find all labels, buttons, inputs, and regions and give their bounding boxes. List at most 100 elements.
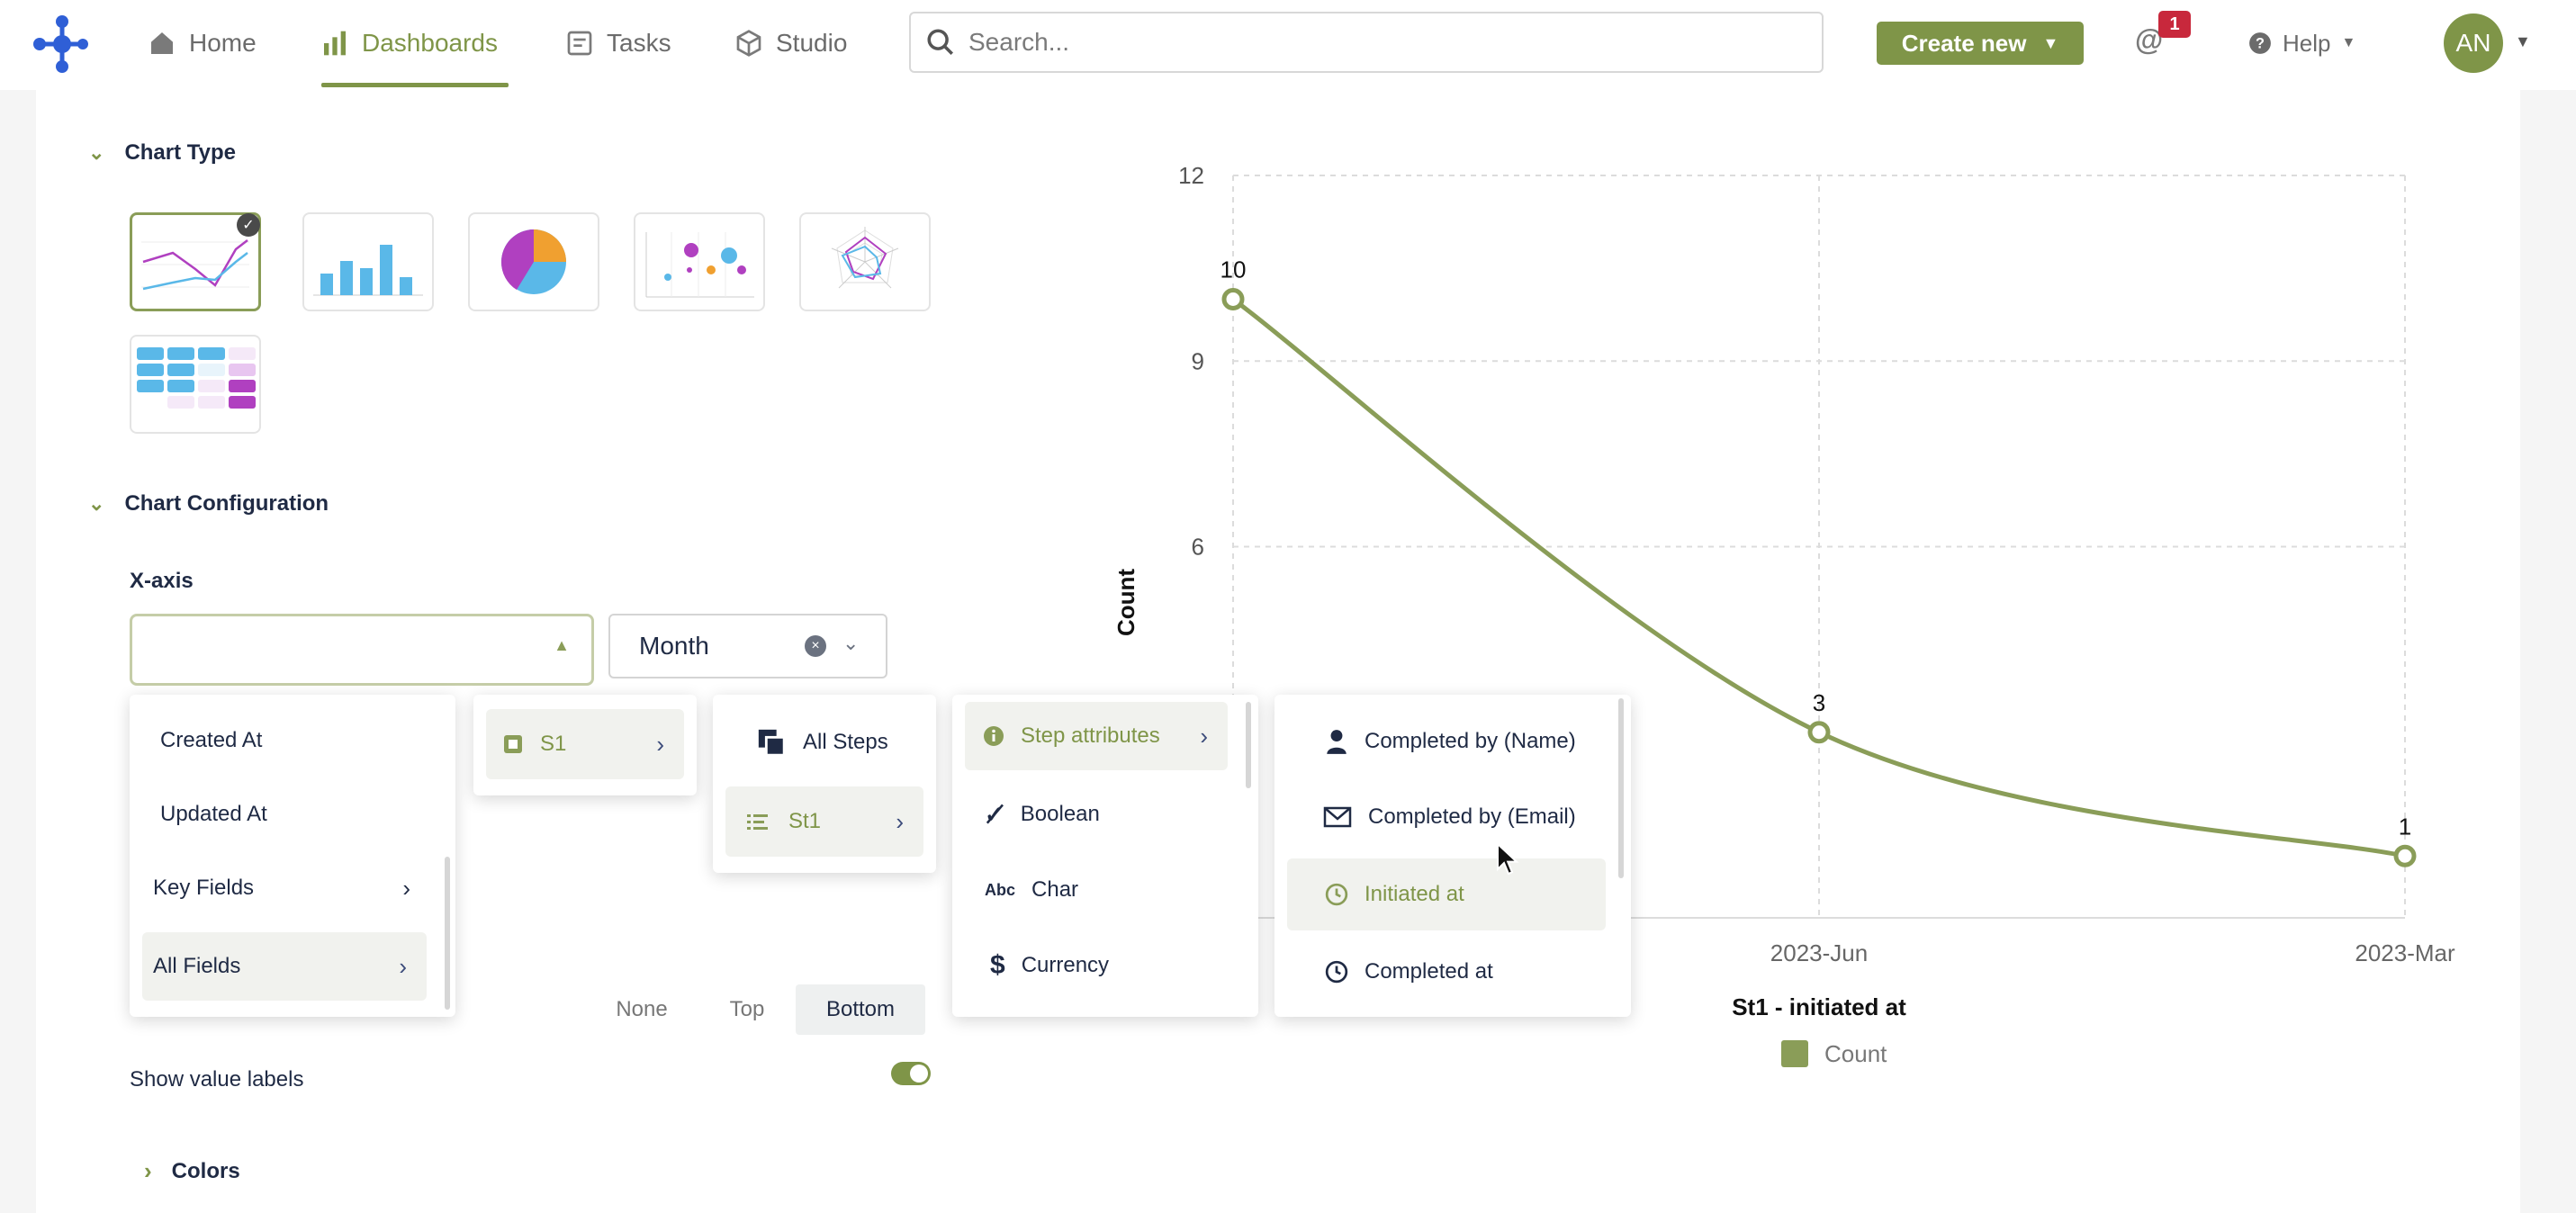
copy-icon	[758, 729, 786, 757]
colors-title: Colors	[171, 1158, 240, 1183]
data-point	[1807, 721, 1831, 744]
avatar[interactable]: AN	[2444, 13, 2503, 73]
menu-item-label: All Steps	[803, 730, 888, 754]
clock-icon	[1325, 960, 1348, 984]
menu-item-label: Char	[1031, 877, 1079, 902]
chevron-down-icon[interactable]: ⌄	[842, 632, 859, 655]
chart-type-line[interactable]: ✓	[130, 212, 261, 311]
menu-item-label: St1	[788, 809, 822, 833]
search-input[interactable]: Search...	[909, 12, 1824, 73]
caret-up-icon: ▲	[554, 636, 570, 654]
menu-item-char[interactable]: Abc Char	[965, 860, 1228, 920]
nav-home-label: Home	[189, 29, 257, 57]
chevron-right-icon: ›	[144, 1157, 152, 1184]
legend-none-option[interactable]: None	[594, 984, 689, 1035]
app-logo-icon[interactable]	[31, 13, 94, 76]
dollar-icon: $	[990, 950, 1005, 980]
menu-item-s1[interactable]: S1 ›	[486, 709, 684, 779]
tasks-icon	[567, 31, 592, 56]
menu-item-label: Boolean	[1020, 802, 1100, 826]
chart-type-scatter[interactable]	[634, 212, 765, 311]
y-tick-label: 9	[1192, 347, 1204, 374]
scatter-chart-icon	[645, 232, 754, 298]
colors-header[interactable]: › Colors	[144, 1157, 240, 1185]
menu-item-label: Completed by (Email)	[1368, 804, 1576, 829]
menu-scrollbar[interactable]	[1618, 698, 1624, 878]
clear-icon[interactable]: ×	[805, 635, 826, 657]
xaxis-field-select[interactable]: ▲	[130, 614, 594, 686]
show-value-labels-label: Show value labels	[130, 1067, 304, 1092]
search-icon	[927, 29, 954, 56]
x-axis-title: St1 - initiated at	[1732, 993, 1906, 1020]
create-new-button[interactable]: Create new ▼	[1877, 22, 2084, 65]
menu-item-completed-by-name[interactable]: Completed by (Name)	[1287, 709, 1606, 774]
question-circle-icon: ?	[2249, 32, 2271, 54]
y-tick-label: 6	[1192, 534, 1204, 561]
menu-item-completed-at[interactable]: Completed at	[1287, 939, 1606, 1004]
nav-home[interactable]: Home	[148, 25, 257, 61]
data-label: 3	[1813, 689, 1825, 716]
nav-tasks[interactable]: Tasks	[565, 25, 671, 61]
chart-type-heatmap[interactable]	[130, 335, 261, 434]
data-label: 10	[1220, 256, 1247, 283]
menu-item-all-fields[interactable]: All Fields ›	[142, 932, 427, 1001]
nav-studio-label: Studio	[776, 29, 848, 57]
legend-bottom-option[interactable]: Bottom	[796, 984, 925, 1035]
menu-item-step-attributes[interactable]: Step attributes ›	[965, 702, 1228, 770]
boolean-icon: ✓̸	[985, 800, 1004, 828]
menu-scrollbar[interactable]	[1246, 702, 1251, 788]
envelope-icon	[1323, 806, 1352, 828]
selected-check-icon: ✓	[237, 213, 260, 237]
mouse-cursor-icon	[1497, 842, 1519, 876]
menu-item-completed-by-email[interactable]: Completed by (Email)	[1287, 785, 1606, 849]
chart-type-bar[interactable]	[302, 212, 434, 311]
chevron-right-icon: ›	[896, 807, 904, 835]
menu-item-updated-at[interactable]: Updated At	[142, 785, 430, 844]
menu-item-st1[interactable]: St1 ›	[725, 786, 923, 857]
xaxis-label: X-axis	[130, 569, 194, 593]
chevron-down-icon: ⌄	[88, 492, 105, 515]
chart-type-pie[interactable]	[468, 212, 599, 311]
attribute-type-menu: Step attributes › ✓̸ Boolean Abc Char $ …	[952, 695, 1258, 1017]
help-menu[interactable]: ? Help ▼	[2248, 25, 2355, 61]
bar-chart-icon	[313, 245, 423, 296]
show-value-labels-toggle[interactable]	[891, 1062, 931, 1085]
create-new-label: Create new	[1901, 29, 2027, 57]
x-tick-label: 2023-Mar	[2355, 939, 2455, 966]
radar-chart-icon	[831, 227, 899, 289]
attribute-menu: Completed by (Name) Completed by (Email)…	[1274, 695, 1631, 1017]
chart-type-radar[interactable]	[799, 212, 931, 311]
menu-item-currency[interactable]: $ Currency	[965, 936, 1228, 995]
x-tick-label: 2023-Jun	[1770, 939, 1868, 966]
avatar-caret-icon[interactable]: ▼	[2515, 32, 2531, 51]
bar-chart-icon	[324, 31, 346, 56]
menu-item-label: Updated At	[160, 802, 267, 826]
menu-item-label: Currency	[1021, 953, 1110, 977]
caret-down-icon: ▼	[2042, 33, 2059, 52]
chart-type-header[interactable]: ⌄ Chart Type	[88, 140, 236, 166]
menu-scrollbar[interactable]	[445, 857, 450, 1010]
notification-badge: 1	[2158, 11, 2191, 38]
chart-config-header[interactable]: ⌄ Chart Configuration	[88, 491, 329, 517]
menu-item-initiated-at[interactable]: Initiated at	[1287, 858, 1606, 930]
menu-item-created-at[interactable]: Created At	[142, 711, 430, 770]
cube-icon	[736, 30, 761, 57]
nav-dashboards[interactable]: Dashboards	[320, 25, 498, 61]
y-axis-title: Count	[1112, 569, 1139, 636]
menu-item-key-fields[interactable]: Key Fields ›	[142, 858, 430, 918]
xaxis-granularity-select[interactable]: Month × ⌄	[608, 614, 887, 678]
menu-item-label: Completed at	[1365, 959, 1493, 984]
stage-menu: S1 ›	[473, 695, 697, 795]
nav-studio[interactable]: Studio	[734, 25, 847, 61]
active-tab-underline	[321, 83, 509, 87]
menu-item-boolean[interactable]: ✓̸ Boolean	[965, 785, 1228, 844]
legend-swatch	[1781, 1040, 1808, 1067]
menu-item-all-steps[interactable]: All Steps	[725, 709, 923, 776]
menu-item-label: Key Fields	[153, 876, 255, 900]
legend-top-option[interactable]: Top	[702, 984, 792, 1035]
info-icon	[984, 726, 1004, 746]
home-icon	[151, 32, 173, 54]
nav-dashboards-label: Dashboards	[362, 29, 498, 57]
menu-item-label: Completed by (Name)	[1365, 729, 1576, 753]
help-label: Help	[2283, 29, 2331, 57]
